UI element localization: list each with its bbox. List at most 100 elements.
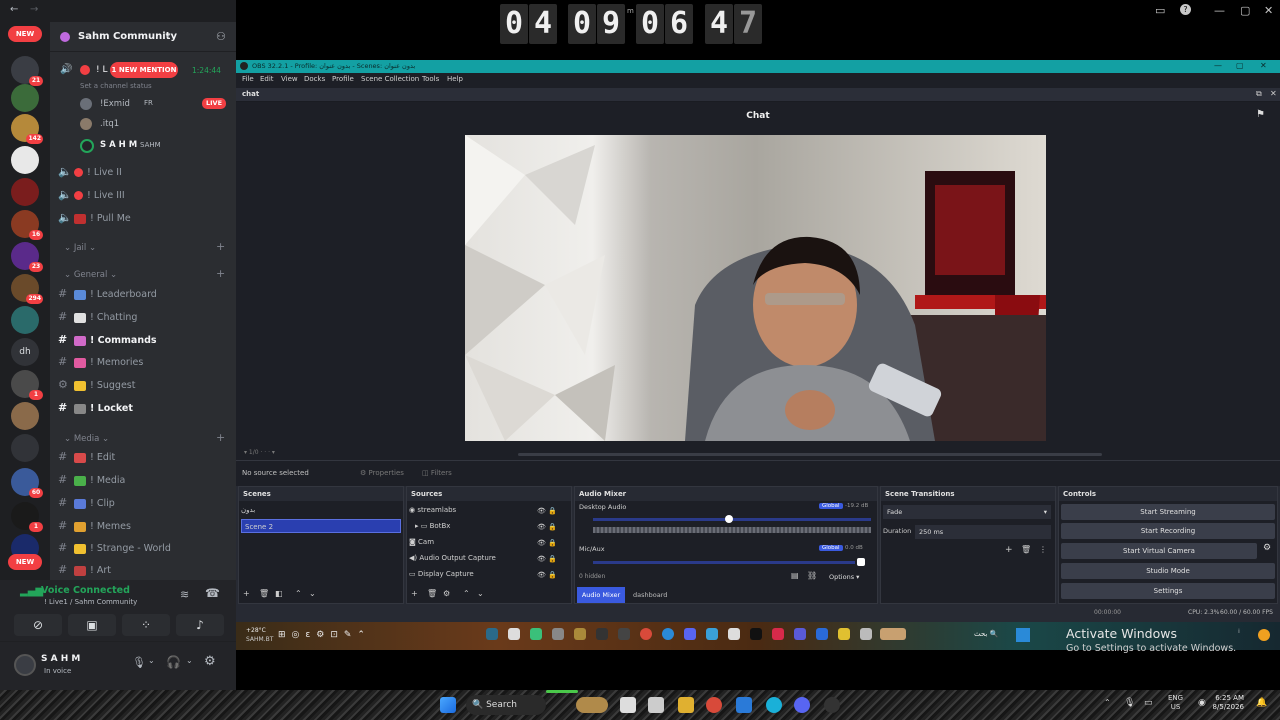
properties-button[interactable]: ⚙ Properties (360, 469, 404, 477)
channel-memories[interactable]: #! Memories (58, 352, 143, 372)
windows-start-icon[interactable] (440, 697, 456, 713)
maximize-icon[interactable]: ▢ (1240, 4, 1250, 17)
taskbar-clock[interactable]: 6:25 AM 8/5/2026 (1208, 694, 1244, 712)
edge-icon[interactable] (766, 697, 782, 713)
voice-channel-pull-me[interactable]: 🔈! Pull Me (58, 208, 131, 228)
network-icon[interactable]: ▭ (1144, 698, 1153, 708)
tab-audio-mixer[interactable]: Audio Mixer (577, 587, 625, 603)
channel-media[interactable]: #! Media (58, 470, 125, 490)
help-icon[interactable]: ? (1180, 4, 1191, 15)
menu-view[interactable]: View (281, 75, 298, 83)
source-visibility-column[interactable]: 👁 🔒 👁 🔒 👁 🔒 👁 🔒 👁 🔒 (537, 503, 557, 583)
source-item[interactable]: ◉ streamlabs (409, 503, 456, 517)
source-settings-icon[interactable]: ⚙ (443, 589, 450, 598)
close-icon[interactable]: ✕ (1264, 4, 1273, 17)
server-icon[interactable]: 60 (11, 468, 43, 498)
filters-button[interactable]: ◫ Filters (422, 469, 452, 477)
invite-people-icon[interactable]: ⚇ (216, 30, 226, 43)
disconnect-icon[interactable]: ☎ (205, 586, 220, 600)
tray-icons[interactable]: ⊞◎ε⚙⊡✎⌃ (278, 630, 371, 640)
add-scene-icon[interactable]: + (243, 589, 250, 598)
voice-channel-live1[interactable]: 🔊 ! L 1 NEW MENTION 1:24:44 Set a channe… (50, 62, 236, 98)
voice-member[interactable]: .itq1 (78, 116, 228, 132)
server-icon[interactable] (11, 84, 39, 112)
settings-button[interactable]: Settings (1061, 583, 1275, 599)
start-streaming-button[interactable]: Start Streaming (1061, 504, 1275, 520)
channel-chatting[interactable]: #! Chatting (58, 307, 137, 327)
add-transition-icon[interactable]: + (1005, 545, 1013, 555)
source-item[interactable]: ◙ Cam (409, 535, 434, 549)
inbox-icon[interactable]: ▭ (1155, 4, 1165, 17)
preview-scrollbar[interactable] (518, 453, 1102, 456)
options-dropdown[interactable]: Options ▾ (829, 573, 859, 581)
mixer-layout-icon[interactable]: ▤ (791, 571, 799, 580)
channel-status[interactable]: Set a channel status (80, 82, 152, 90)
delete-source-icon[interactable]: 🗑 (427, 589, 437, 598)
add-channel-icon[interactable]: + (216, 240, 225, 253)
mic-tray-icon[interactable]: 🎙 (1124, 698, 1135, 708)
minimize-icon[interactable]: — (1214, 4, 1225, 17)
tab-dashboard[interactable]: dashboard (633, 591, 667, 599)
menu-edit[interactable]: Edit (260, 75, 274, 83)
slider-handle[interactable] (725, 515, 733, 523)
file-explorer-icon[interactable] (678, 697, 694, 713)
maximize-icon[interactable]: ▢ (1236, 61, 1244, 70)
forward-arrow-icon[interactable]: → (30, 4, 38, 15)
studio-mode-button[interactable]: Studio Mode (1061, 563, 1275, 579)
webcam-preview[interactable] (465, 135, 1046, 441)
server-icon[interactable]: 1 (11, 502, 43, 532)
taskbar-search[interactable]: 🔍 Search (466, 695, 546, 715)
server-initials-icon[interactable]: dh (11, 338, 39, 366)
microphone-icon[interactable]: 🎙 (132, 656, 146, 669)
server-icon[interactable] (11, 146, 39, 174)
notification-icon[interactable]: 🔔 (1256, 698, 1267, 708)
volume-icon[interactable]: ◉ (1198, 698, 1206, 708)
inner-search-box[interactable]: بحث 🔍 (974, 630, 998, 638)
task-view-icon[interactable] (620, 697, 636, 713)
language-indicator[interactable]: ENG US (1168, 694, 1183, 712)
camera-off-button[interactable]: ⊘ (14, 614, 62, 636)
add-channel-icon[interactable]: + (216, 267, 225, 280)
soundboard-button[interactable]: ♪ (176, 614, 224, 636)
duration-input[interactable]: 250 ms (915, 525, 1051, 539)
store-icon[interactable] (648, 697, 664, 713)
voice-channel-live2[interactable]: 🔈! Live II (58, 162, 122, 182)
delete-transition-icon[interactable]: 🗑 (1021, 545, 1031, 554)
link-icon[interactable]: ⛓ (807, 571, 817, 580)
back-arrow-icon[interactable]: ← (10, 4, 18, 15)
channel-commands[interactable]: #! Commands (58, 330, 157, 350)
category-jail[interactable]: ⌄ Jail ⌄ (64, 241, 96, 255)
menu-file[interactable]: File (242, 75, 254, 83)
channel-memes[interactable]: #! Memes (58, 516, 131, 536)
source-group[interactable]: ▸ ▭ BotBx (415, 519, 450, 533)
move-up-icon[interactable]: ⌃ (295, 589, 302, 598)
server-icon[interactable]: 294 (11, 274, 43, 304)
category-media[interactable]: ⌄ Media ⌄ (64, 432, 109, 446)
scene-item[interactable]: بدون (241, 503, 401, 517)
slider-handle[interactable] (857, 558, 865, 566)
new-unread-pill[interactable]: NEW (8, 554, 42, 570)
popout-icon[interactable]: ⚑ (1256, 109, 1265, 120)
menu-help[interactable]: Help (447, 75, 463, 83)
source-item[interactable]: ▭ Display Capture (409, 567, 474, 581)
server-icon[interactable]: 23 (11, 242, 43, 272)
channel-strange-world[interactable]: #! Strange - World (58, 538, 171, 558)
scene-filter-icon[interactable]: ◧ (275, 589, 283, 598)
voice-channel-live3[interactable]: 🔈! Live III (58, 185, 125, 205)
server-icon[interactable] (11, 306, 39, 334)
screen-share-button[interactable]: ▣ (68, 614, 116, 636)
menu-docks[interactable]: Docks (304, 75, 325, 83)
menu-tools[interactable]: Tools (422, 75, 439, 83)
virtual-camera-settings-icon[interactable]: ⚙ (1263, 543, 1271, 553)
taskbar-app-icons[interactable] (486, 628, 906, 644)
channel-locket[interactable]: #! Locket (58, 398, 133, 418)
server-icon[interactable]: 16 (11, 210, 43, 240)
channel-art[interactable]: #! Art (58, 560, 111, 580)
add-channel-icon[interactable]: + (216, 431, 225, 444)
tray-chevron-icon[interactable]: ⌃ (1104, 698, 1111, 707)
avatar[interactable] (14, 654, 36, 676)
menu-scene-collection[interactable]: Scene Collection (361, 75, 419, 83)
close-icon[interactable]: ✕ (1270, 89, 1277, 98)
obs-icon[interactable] (824, 697, 840, 713)
channel-suggest[interactable]: ⚙! Suggest (58, 375, 135, 395)
